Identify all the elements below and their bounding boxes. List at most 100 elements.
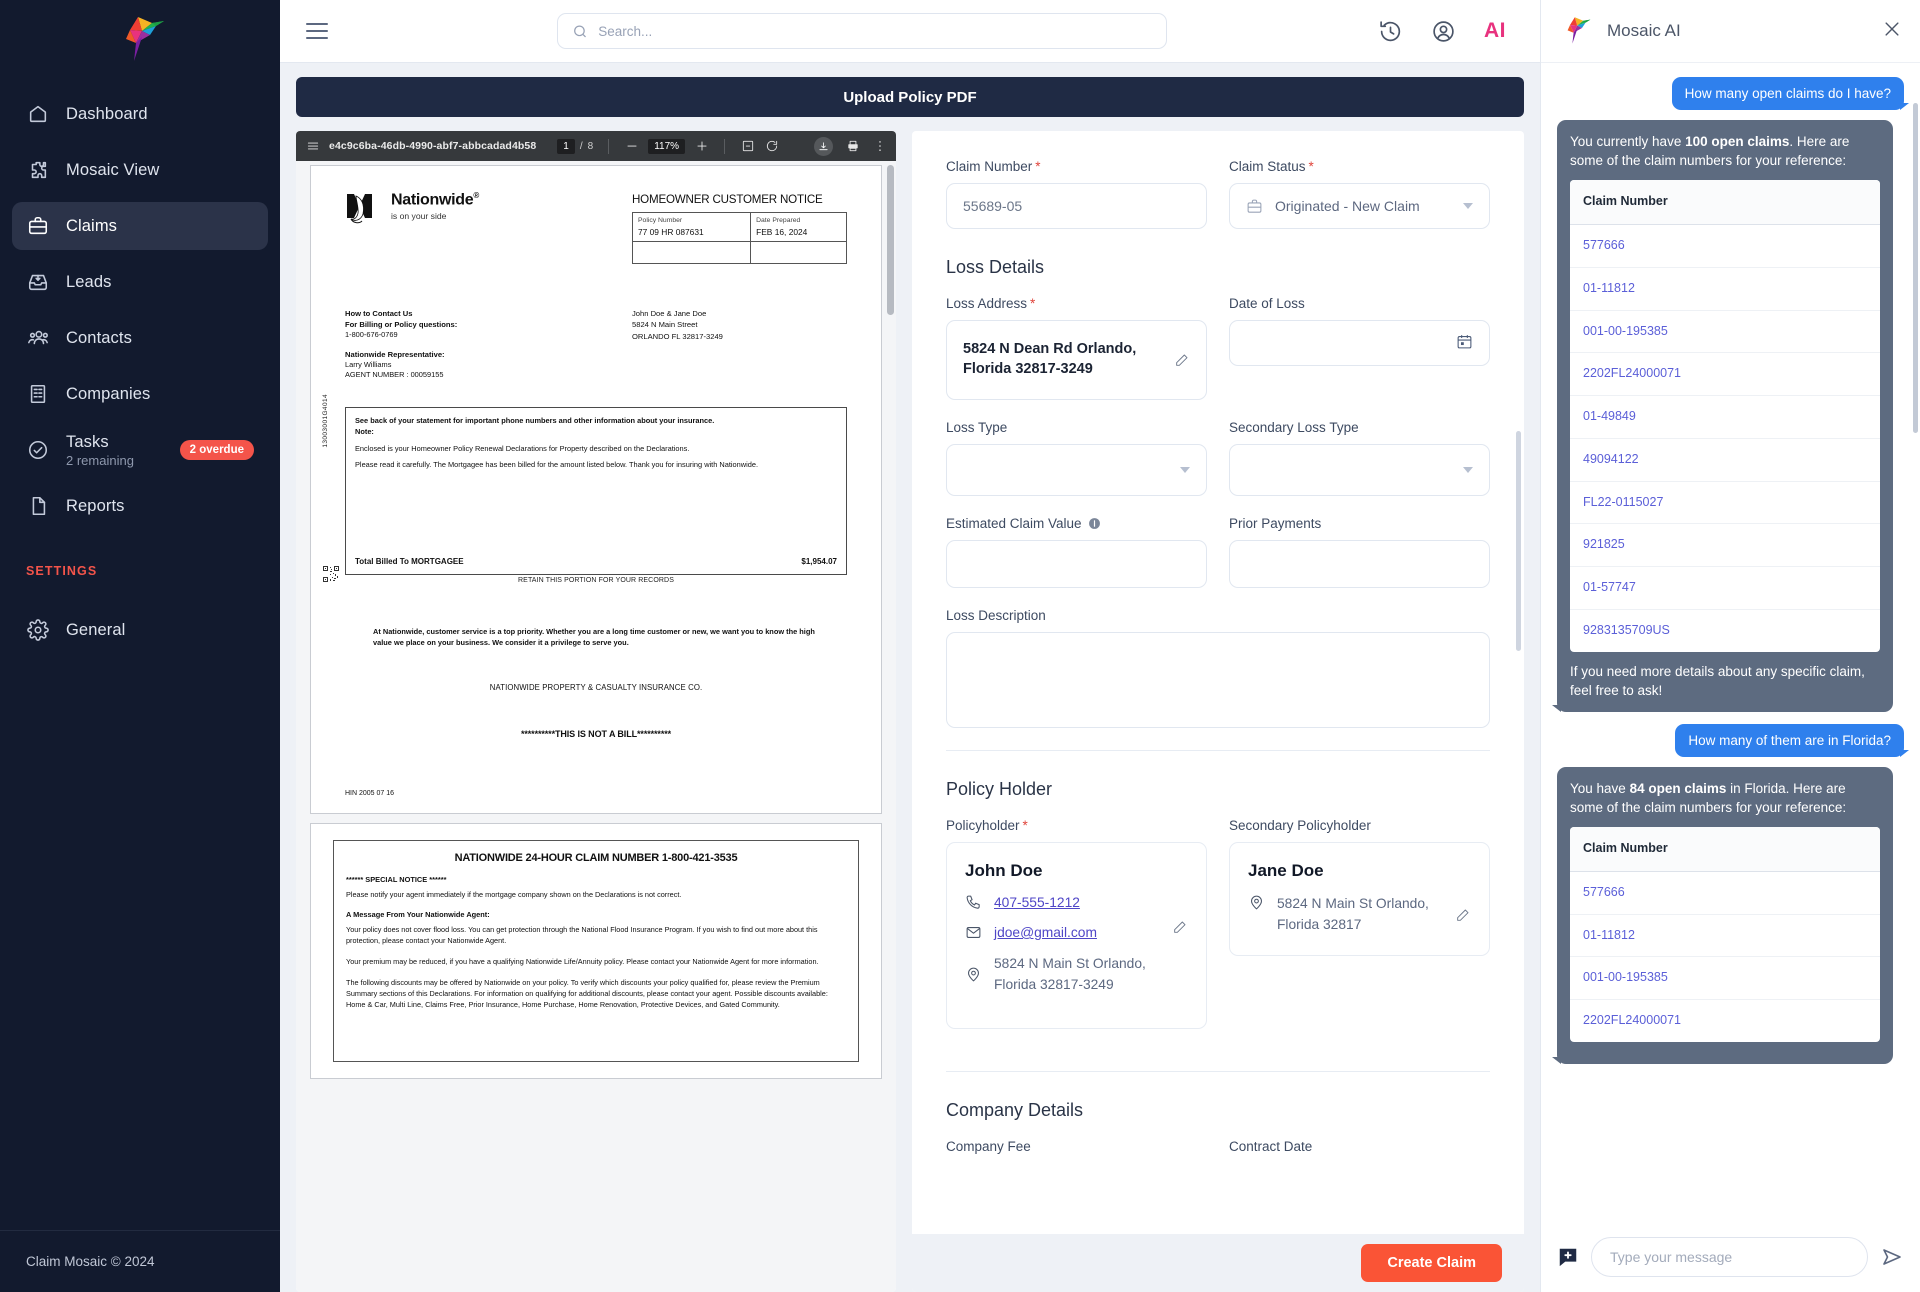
policyholder-label: Policyholder * xyxy=(946,818,1207,833)
pdf-sidebar-toggle-icon[interactable] xyxy=(305,139,320,154)
sidebar-item-mosaic-view[interactable]: Mosaic View xyxy=(12,146,268,194)
edit-pencil-icon[interactable] xyxy=(1172,919,1188,935)
calendar-icon[interactable] xyxy=(1456,333,1473,353)
sidebar-item-dashboard[interactable]: Dashboard xyxy=(12,90,268,138)
sidebar-item-label: Leads xyxy=(66,272,112,291)
claim-row[interactable]: 577666 xyxy=(1570,225,1880,268)
chat-message-user: How many open claims do I have? xyxy=(1671,77,1910,110)
claim-row[interactable]: 01-57747 xyxy=(1570,567,1880,610)
claim-number-input[interactable]: 55689-05 xyxy=(946,183,1207,229)
upload-policy-pdf-button[interactable]: Upload Policy PDF xyxy=(296,77,1524,117)
policyholder-phone-row: 407-555-1212 xyxy=(965,894,1164,911)
field-contract-date: Contract Date xyxy=(1229,1139,1490,1163)
ai-assistant-button[interactable]: AI xyxy=(1484,19,1506,43)
nationwide-wordmark: Nationwide® xyxy=(391,191,479,209)
pdf-vertical-code: 13003001G4014 xyxy=(322,394,329,448)
claim-status-value: Originated - New Claim xyxy=(1275,198,1420,214)
form-vertical-scrollbar[interactable] xyxy=(1516,431,1521,651)
sidebar-item-contacts[interactable]: Contacts xyxy=(12,314,268,362)
sidebar: Dashboard Mosaic View Claims Leads Conta… xyxy=(0,0,280,1292)
loss-description-textarea[interactable] xyxy=(946,632,1490,728)
sidebar-item-reports[interactable]: Reports xyxy=(12,482,268,530)
note-paragraph-2: Please read it carefully. The Mortgagee … xyxy=(355,460,759,470)
claim-row[interactable]: 2202FL24000071 xyxy=(1570,353,1880,397)
prior-payments-input[interactable] xyxy=(1229,540,1490,588)
sidebar-item-leads[interactable]: Leads xyxy=(12,258,268,306)
pdf-zoom-level[interactable]: 117% xyxy=(648,138,686,154)
secondary-loss-type-select[interactable] xyxy=(1229,444,1490,496)
secondary-policyholder-address: 5824 N Main St Orlando, Florida 32817 xyxy=(1277,896,1429,932)
chat-message-list[interactable]: How many open claims do I have? You curr… xyxy=(1541,63,1920,1222)
sidebar-item-general[interactable]: General xyxy=(12,606,268,654)
sidebar-item-companies[interactable]: Companies xyxy=(12,370,268,418)
home-icon xyxy=(26,102,50,126)
close-icon[interactable] xyxy=(1882,19,1902,44)
label-text: Claim Status xyxy=(1229,159,1306,174)
app-root: Dashboard Mosaic View Claims Leads Conta… xyxy=(0,0,1920,1292)
pdf-total-pages: 8 xyxy=(587,140,594,152)
print-icon[interactable] xyxy=(845,139,860,154)
zoom-out-icon[interactable] xyxy=(624,139,639,154)
policyholder-phone[interactable]: 407-555-1212 xyxy=(994,895,1080,910)
chat-panel: Mosaic AI How many open claims do I have… xyxy=(1540,0,1920,1292)
date-of-loss-input[interactable] xyxy=(1229,320,1490,366)
estimated-claim-value-input[interactable] xyxy=(946,540,1207,588)
search-box[interactable] xyxy=(557,13,1167,49)
sidebar-item-label: General xyxy=(66,620,126,639)
create-claim-button[interactable]: Create Claim xyxy=(1361,1244,1502,1282)
section-divider xyxy=(946,750,1490,751)
pdf-contact-block: How to Contact Us For Billing or Policy … xyxy=(345,308,457,381)
claim-row[interactable]: 001-00-195385 xyxy=(1570,311,1880,354)
policyholder-email[interactable]: jdoe@gmail.com xyxy=(994,925,1097,940)
claim-status-select[interactable]: Originated - New Claim xyxy=(1229,183,1490,229)
info-icon[interactable] xyxy=(1088,517,1101,530)
pdf-current-page-input[interactable]: 1 xyxy=(557,138,575,154)
user-circle-icon[interactable] xyxy=(1431,19,1456,44)
send-icon[interactable] xyxy=(1880,1245,1904,1269)
settings-heading: SETTINGS xyxy=(26,564,98,578)
claim-row[interactable]: 01-11812 xyxy=(1570,915,1880,958)
required-marker: * xyxy=(1022,818,1028,833)
pdf-vertical-scrollbar[interactable] xyxy=(887,165,894,315)
rotate-icon[interactable] xyxy=(764,139,779,154)
add-attachment-icon[interactable] xyxy=(1557,1246,1579,1268)
required-marker: * xyxy=(1035,159,1041,174)
edit-pencil-icon[interactable] xyxy=(1455,907,1471,923)
claim-row[interactable]: 2202FL24000071 xyxy=(1570,1000,1880,1042)
required-marker: * xyxy=(1308,159,1314,174)
download-icon[interactable] xyxy=(814,136,833,156)
pdf-note-box: See back of your statement for important… xyxy=(345,407,847,576)
history-icon[interactable] xyxy=(1378,19,1403,44)
sidebar-item-tasks[interactable]: Tasks 2 remaining 2 overdue xyxy=(12,426,268,474)
chat-message-input[interactable] xyxy=(1591,1237,1868,1277)
claim-row[interactable]: 49094122 xyxy=(1570,439,1880,482)
claim-row[interactable]: 01-11812 xyxy=(1570,268,1880,311)
briefcase-icon xyxy=(1247,199,1262,213)
puzzle-icon xyxy=(26,158,50,182)
sidebar-nav: Dashboard Mosaic View Claims Leads Conta… xyxy=(0,90,280,538)
label-text: Secondary Loss Type xyxy=(1229,420,1359,435)
policy-number-value: 77 09 HR 087631 xyxy=(638,226,704,237)
claim-row[interactable]: 9283135709US xyxy=(1570,610,1880,652)
pdf-scroll-area[interactable]: 13003001G4014 Nationwide® is on your sid… xyxy=(296,161,896,1292)
more-options-icon[interactable] xyxy=(872,139,887,154)
pdf-total-row: Total Billed To MORTGAGEE $1,954.07 xyxy=(355,556,837,568)
claim-row[interactable]: 577666 xyxy=(1570,872,1880,915)
claim-row[interactable]: 921825 xyxy=(1570,524,1880,568)
claim-row[interactable]: 01-49849 xyxy=(1570,396,1880,439)
claim-row[interactable]: FL22-0115027 xyxy=(1570,482,1880,525)
loss-type-select[interactable] xyxy=(946,444,1207,496)
label-text: Contract Date xyxy=(1229,1139,1313,1155)
edit-pencil-icon[interactable] xyxy=(1174,352,1190,368)
agent-message-heading: A Message From Your Nationwide Agent: xyxy=(346,910,490,920)
loss-address-value-box[interactable]: 5824 N Dean Rd Orlando, Florida 32817-32… xyxy=(946,320,1207,400)
zoom-in-icon[interactable] xyxy=(694,139,709,154)
sidebar-item-label: Reports xyxy=(66,496,125,515)
menu-toggle-icon[interactable] xyxy=(306,18,332,44)
chat-vertical-scrollbar[interactable] xyxy=(1913,103,1918,433)
sidebar-item-claims[interactable]: Claims xyxy=(12,202,268,250)
topbar: AI xyxy=(280,0,1540,63)
search-input[interactable] xyxy=(598,23,1152,39)
fit-page-icon[interactable] xyxy=(740,139,755,154)
claim-row[interactable]: 001-00-195385 xyxy=(1570,957,1880,1001)
